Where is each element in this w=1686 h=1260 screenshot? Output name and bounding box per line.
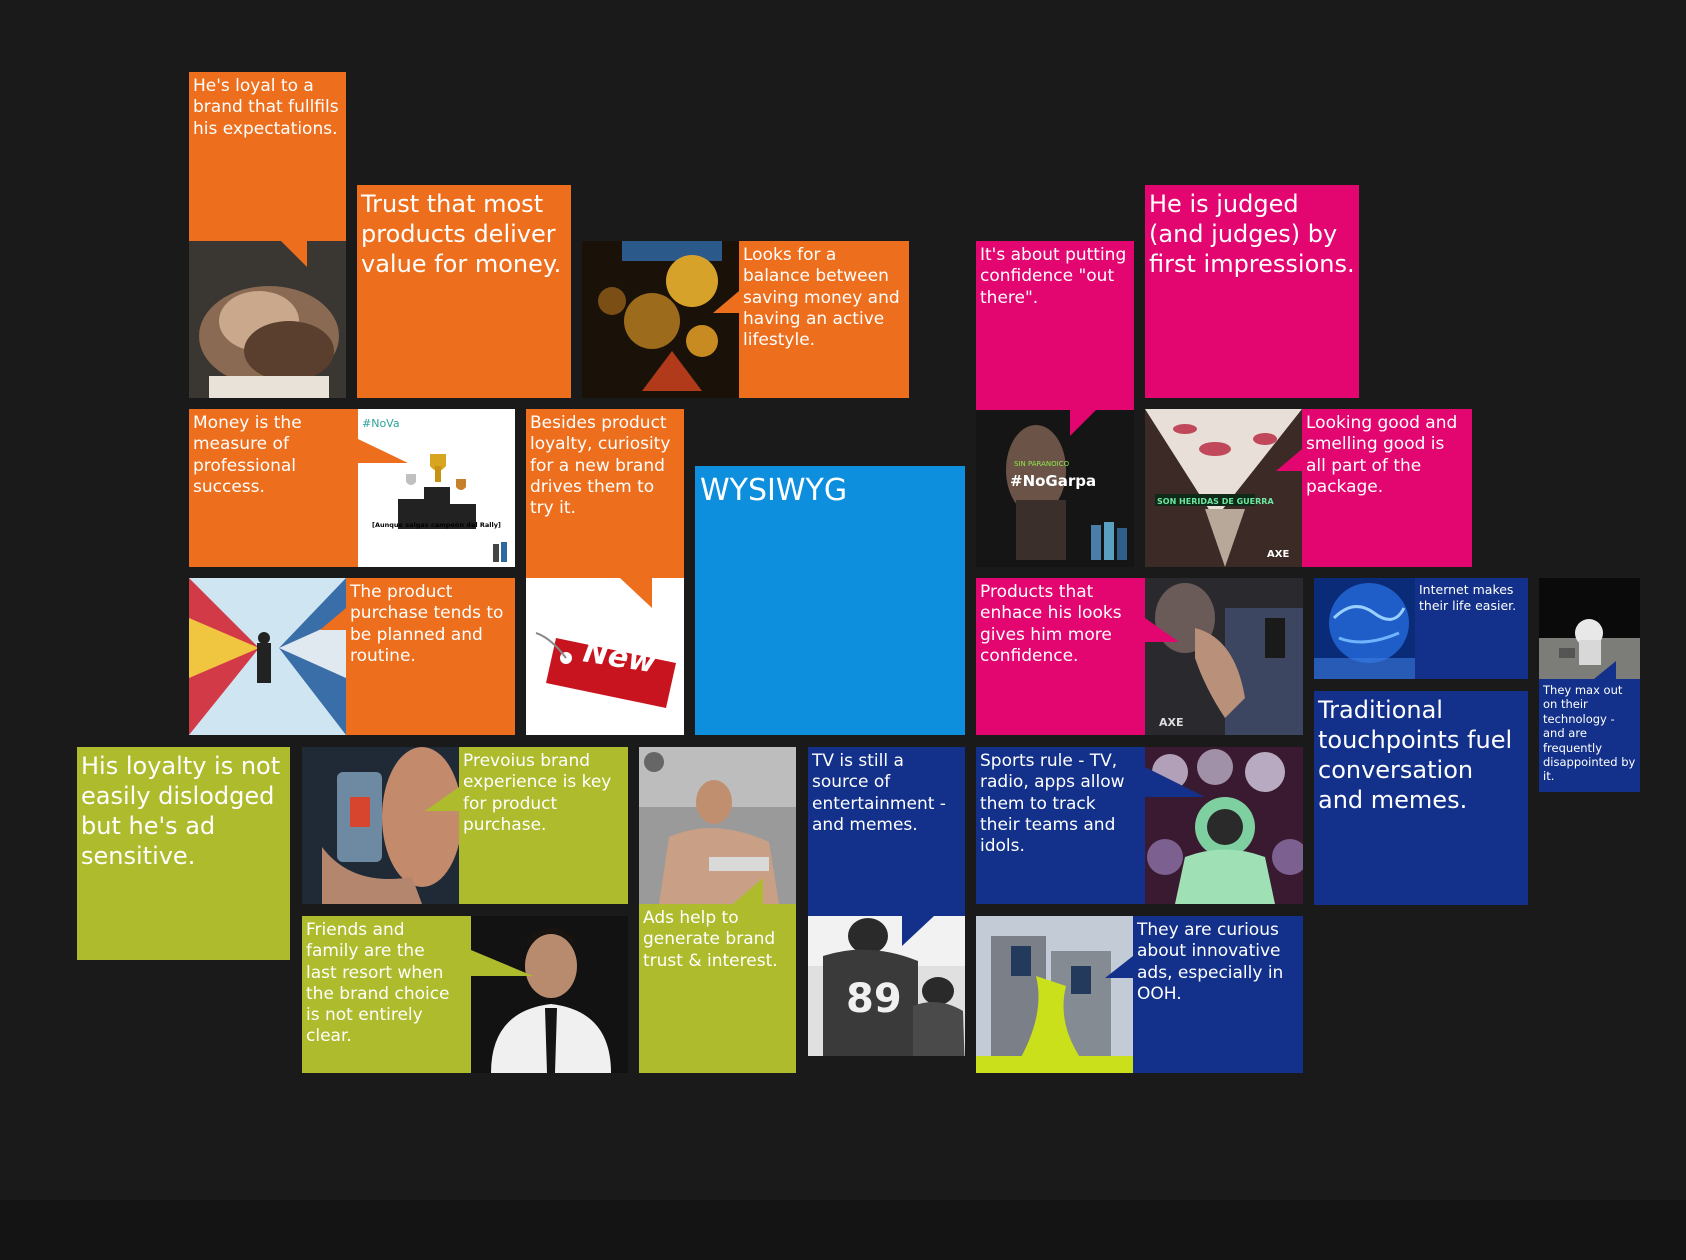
tile-tv-source-text: TV is still a source of entertainment - … [812, 751, 946, 835]
speech-pointer [1145, 618, 1179, 642]
ooh-billboard-image [976, 916, 1133, 1073]
disco-ball-image [582, 241, 739, 398]
tile-money-success[interactable]: Money is the measure of professional suc… [189, 409, 515, 567]
speech-pointer [320, 608, 346, 630]
jersey-number: 89 [846, 976, 902, 1022]
tile-judged-text: He is judged (and judges) by first impre… [1149, 190, 1355, 278]
tile-ad-sensitive[interactable]: His loyalty is not easily dislodged but … [77, 747, 290, 960]
tile-money-success-text: Money is the measure of professional suc… [193, 413, 302, 497]
axe-logo-text: AXE [1267, 549, 1290, 560]
tile-previous-exp-text: Prevoius brand experience is key for pro… [463, 751, 612, 835]
tile-wysiwyg[interactable]: WYSIWYG [695, 466, 965, 735]
tile-loyal-brand-text: He's loyal to a brand that fullfils his … [193, 76, 339, 139]
lipstick-collar-image: SON HERIDAS DE GUERRA AXE [1145, 409, 1302, 567]
tile-friends-family[interactable]: Friends and family are the last resort w… [302, 916, 628, 1073]
digital-globe-image [1314, 578, 1415, 679]
nova-caption: [Aunque salgas campeón del Rally] [372, 521, 501, 529]
perfume-bottle-image [302, 747, 459, 904]
speech-pointer [1145, 767, 1205, 797]
nogarpa-tag: #NoGarpa [1010, 472, 1097, 490]
tile-ads-trust-text: Ads help to generate brand trust & inter… [643, 908, 778, 971]
speech-pointer [471, 950, 533, 976]
tile-curiosity[interactable]: Besides product loyalty, curiosity for a… [526, 409, 684, 735]
speech-pointer [358, 439, 408, 463]
tile-technology[interactable]: They max out on their technology - and a… [1539, 578, 1640, 792]
speech-pointer [281, 241, 307, 267]
tile-curiosity-text: Besides product loyalty, curiosity for a… [530, 413, 671, 518]
tile-planned[interactable]: The product purchase tends to be planned… [189, 578, 515, 735]
tile-technology-text: They max out on their technology - and a… [1543, 683, 1636, 784]
axe-logo-text-2: AXE [1159, 716, 1184, 729]
speech-pointer [1594, 661, 1616, 679]
tile-ads-trust[interactable]: Ads help to generate brand trust & inter… [639, 747, 796, 1073]
tile-friends-family-text: Friends and family are the last resort w… [306, 920, 450, 1047]
tile-curious-ooh[interactable]: They are curious about innovative ads, e… [976, 916, 1303, 1073]
tile-looking-good-text: Looking good and smelling good is all pa… [1306, 413, 1458, 497]
tile-sports[interactable]: Sports rule - TV, radio, apps allow them… [976, 747, 1303, 904]
speech-pointer [1070, 410, 1096, 436]
tile-previous-exp[interactable]: Prevoius brand experience is key for pro… [302, 747, 628, 904]
tile-balance-text: Looks for a balance between saving money… [743, 245, 900, 350]
nogarpa-ad-image: #NoGarpa SIN PARANOICO [976, 410, 1134, 567]
tile-enhance-looks[interactable]: Products that enhace his looks gives him… [976, 578, 1303, 735]
tile-judged[interactable]: He is judged (and judges) by first impre… [1145, 185, 1359, 398]
tile-tv-source[interactable]: TV is still a source of entertainment - … [808, 747, 965, 1073]
tile-confidence-out[interactable]: It's about putting confidence "out there… [976, 241, 1134, 567]
bottom-bar [0, 1200, 1686, 1260]
speech-pointer [620, 578, 652, 608]
speech-pointer [733, 878, 763, 904]
tile-trust-value[interactable]: Trust that most products deliver value f… [357, 185, 571, 398]
tile-balance[interactable]: Looks for a balance between saving money… [582, 241, 909, 398]
tile-ad-sensitive-text: His loyalty is not easily dislodged but … [81, 752, 281, 870]
tile-sports-text: Sports rule - TV, radio, apps allow them… [980, 751, 1125, 856]
tile-internet-text: Internet makes their life easier. [1419, 582, 1517, 613]
football-fans-image: 89 [808, 916, 965, 1073]
tile-traditional-text: Traditional touchpoints fuel conversatio… [1318, 696, 1513, 814]
speech-pointer [1276, 449, 1302, 471]
nogarpa-small-text: SIN PARANOICO [1014, 460, 1070, 468]
nova-tag: #NoVa [362, 417, 400, 430]
speech-pointer [425, 787, 459, 811]
man-portrait-image [471, 916, 628, 1073]
speech-pointer [713, 291, 739, 313]
tile-looking-good[interactable]: SON HERIDAS DE GUERRA AXE Looking good a… [1145, 409, 1472, 567]
new-tag-image: New [526, 578, 684, 735]
tile-enhance-looks-text: Products that enhace his looks gives him… [980, 582, 1122, 666]
tile-traditional[interactable]: Traditional touchpoints fuel conversatio… [1314, 691, 1528, 905]
heridas-tag: SON HERIDAS DE GUERRA [1157, 497, 1274, 506]
jeans-pocket-image: AXE [1145, 578, 1303, 735]
tile-trust-value-text: Trust that most products deliver value f… [361, 190, 562, 278]
moon-astronaut-image [1539, 578, 1640, 679]
tile-loyal-brand[interactable]: He's loyal to a brand that fullfils his … [189, 72, 346, 398]
podium-ad-image: #NoVa [Aunque salgas campeón del Rally] [358, 409, 515, 567]
tile-planned-text: The product purchase tends to be planned… [350, 582, 504, 666]
speech-pointer [1105, 956, 1133, 978]
shower-image [639, 747, 796, 904]
tile-internet[interactable]: Internet makes their life easier. [1314, 578, 1528, 679]
tile-confidence-out-text: It's about putting confidence "out there… [980, 245, 1127, 308]
speech-pointer [902, 916, 934, 946]
tile-curious-ooh-text: They are curious about innovative ads, e… [1137, 920, 1284, 1004]
handshake-image [189, 241, 346, 398]
supermarket-aisle-image [189, 578, 346, 735]
tile-wysiwyg-text: WYSIWYG [700, 473, 848, 508]
